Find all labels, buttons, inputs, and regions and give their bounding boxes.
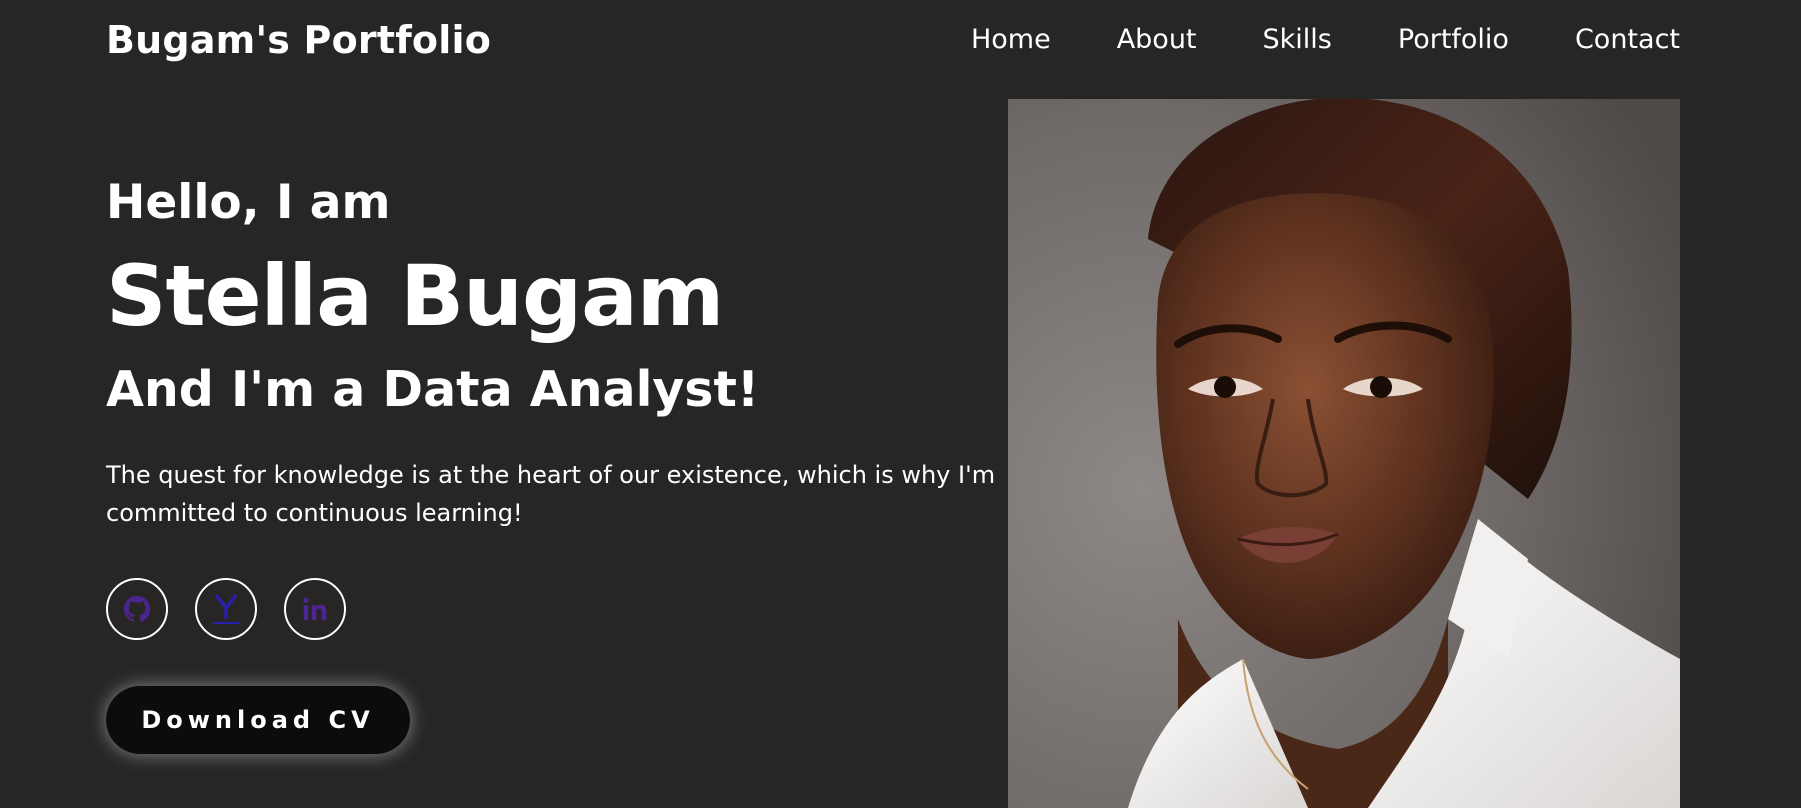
tagline-text: The quest for knowledge is at the heart …: [106, 461, 996, 527]
nav-contact[interactable]: Contact: [1575, 24, 1680, 55]
download-cv-button[interactable]: Download CV: [106, 686, 410, 754]
github-icon: [123, 595, 151, 622]
nav-about[interactable]: About: [1117, 24, 1197, 55]
linkedin-icon: [303, 597, 327, 621]
nav-portfolio[interactable]: Portfolio: [1398, 24, 1509, 55]
github-link[interactable]: [106, 578, 168, 640]
social-links: [106, 578, 346, 640]
y-link[interactable]: [195, 578, 257, 640]
name-heading: Stella Bugam: [106, 247, 724, 345]
site-logo[interactable]: Bugam's Portfolio: [106, 18, 491, 62]
profile-photo: [1008, 99, 1680, 808]
portrait-illustration: [1008, 99, 1680, 808]
greeting-heading: Hello, I am: [106, 175, 391, 230]
site-header: Bugam's Portfolio Home About Skills Port…: [0, 0, 1801, 80]
portfolio-page: Bugam's Portfolio Home About Skills Port…: [0, 0, 1801, 808]
main-nav: Home About Skills Portfolio Contact: [971, 24, 1680, 55]
y-letter-icon: [213, 593, 239, 624]
nav-home[interactable]: Home: [971, 24, 1051, 55]
nav-skills[interactable]: Skills: [1263, 24, 1332, 55]
role-heading: And I'm a Data Analyst!: [106, 361, 760, 418]
hero-section: Hello, I am Stella Bugam And I'm a Data …: [106, 170, 1006, 532]
linkedin-link[interactable]: [284, 578, 346, 640]
